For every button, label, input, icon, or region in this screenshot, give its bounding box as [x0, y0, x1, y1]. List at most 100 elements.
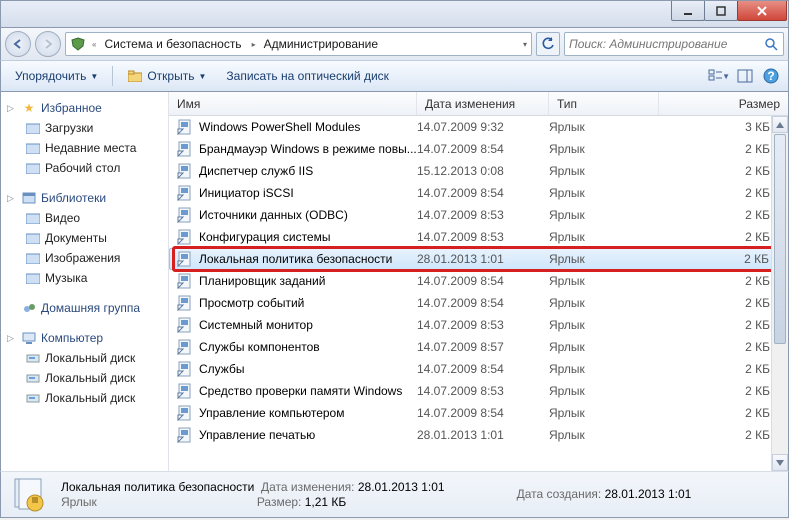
- file-name: Локальная политика безопасности: [199, 252, 392, 266]
- shortcut-icon: [177, 361, 193, 377]
- search-input[interactable]: [569, 37, 759, 51]
- col-size[interactable]: Размер: [659, 92, 788, 115]
- file-row[interactable]: Локальная политика безопасности 28.01.20…: [169, 248, 788, 270]
- shield-icon: [70, 36, 86, 52]
- file-row[interactable]: Диспетчер служб IIS 15.12.2013 0:08 Ярлы…: [169, 160, 788, 182]
- breadcrumb-seg1[interactable]: Система и безопасность: [100, 35, 245, 53]
- tree-homegroup[interactable]: Домашняя группа: [1, 298, 168, 318]
- file-row[interactable]: Средство проверки памяти Windows 14.07.2…: [169, 380, 788, 402]
- library-icon: [25, 270, 41, 286]
- tree-favorites[interactable]: ▷★Избранное: [1, 98, 168, 118]
- tree-item[interactable]: Загрузки: [1, 118, 168, 138]
- shortcut-icon: [177, 185, 193, 201]
- file-type: Ярлык: [549, 164, 659, 178]
- file-row[interactable]: Службы компонентов 14.07.2009 8:57 Ярлык…: [169, 336, 788, 358]
- chevron-down-icon[interactable]: ▾: [523, 40, 527, 49]
- file-row[interactable]: Управление печатью 28.01.2013 1:01 Ярлык…: [169, 424, 788, 446]
- file-name: Диспетчер служб IIS: [199, 164, 313, 178]
- tree-item[interactable]: Рабочий стол: [1, 158, 168, 178]
- file-name: Источники данных (ODBC): [199, 208, 348, 222]
- file-date: 14.07.2009 9:32: [417, 120, 549, 134]
- scroll-thumb[interactable]: [774, 134, 786, 344]
- shortcut-icon: [177, 317, 193, 333]
- file-type: Ярлык: [549, 296, 659, 310]
- file-row[interactable]: Источники данных (ODBC) 14.07.2009 8:53 …: [169, 204, 788, 226]
- vertical-scrollbar[interactable]: [771, 116, 788, 471]
- homegroup-icon: [21, 300, 37, 316]
- shortcut-icon: [177, 383, 193, 399]
- file-row[interactable]: Windows PowerShell Modules 14.07.2009 9:…: [169, 116, 788, 138]
- tree-item[interactable]: Недавние места: [1, 138, 168, 158]
- file-size: 2 КБ: [659, 362, 788, 376]
- open-button[interactable]: Открыть ▼: [119, 64, 214, 88]
- tree-libraries[interactable]: ▷Библиотеки: [1, 188, 168, 208]
- col-date[interactable]: Дата изменения: [417, 92, 549, 115]
- file-date: 14.07.2009 8:54: [417, 186, 549, 200]
- item-thumbnail: [9, 475, 49, 515]
- close-button[interactable]: [737, 1, 787, 21]
- file-row[interactable]: Конфигурация системы 14.07.2009 8:53 Ярл…: [169, 226, 788, 248]
- file-date: 14.07.2009 8:54: [417, 362, 549, 376]
- tree-item[interactable]: Локальный диск: [1, 348, 168, 368]
- scroll-down-button[interactable]: [772, 454, 788, 471]
- organize-button[interactable]: Упорядочить ▼: [7, 65, 106, 87]
- file-row[interactable]: Брандмауэр Windows в режиме повы... 14.0…: [169, 138, 788, 160]
- details-type: Ярлык: [61, 495, 97, 509]
- chevron-left-icon[interactable]: «: [92, 40, 96, 49]
- navigation-tree[interactable]: ▷★Избранное ЗагрузкиНедавние местаРабочи…: [1, 92, 169, 471]
- shortcut-icon: [177, 427, 193, 443]
- burn-button[interactable]: Записать на оптический диск: [218, 65, 397, 87]
- tree-item[interactable]: Документы: [1, 228, 168, 248]
- tree-item[interactable]: Локальный диск: [1, 388, 168, 408]
- col-name[interactable]: Имя: [169, 92, 417, 115]
- column-headers[interactable]: Имя Дата изменения Тип Размер: [169, 92, 788, 116]
- search-box[interactable]: [564, 32, 784, 56]
- file-size: 2 КБ: [659, 142, 788, 156]
- help-button[interactable]: ?: [760, 65, 782, 87]
- refresh-button[interactable]: [536, 32, 560, 56]
- shortcut-icon: [177, 141, 193, 157]
- chevron-right-icon[interactable]: ▸: [252, 40, 256, 49]
- breadcrumb[interactable]: « Система и безопасность ▸ Администрирова…: [65, 32, 532, 56]
- col-type[interactable]: Тип: [549, 92, 659, 115]
- file-date: 28.01.2013 1:01: [417, 252, 549, 266]
- scroll-up-button[interactable]: [772, 116, 788, 133]
- forward-button[interactable]: [35, 31, 61, 57]
- file-row[interactable]: Планировщик заданий 14.07.2009 8:54 Ярлы…: [169, 270, 788, 292]
- file-row[interactable]: Просмотр событий 14.07.2009 8:54 Ярлык 2…: [169, 292, 788, 314]
- back-button[interactable]: [5, 31, 31, 57]
- tree-item[interactable]: Музыка: [1, 268, 168, 288]
- maximize-button[interactable]: [704, 1, 738, 21]
- title-bar: [0, 0, 789, 28]
- file-rows[interactable]: Windows PowerShell Modules 14.07.2009 9:…: [169, 116, 788, 471]
- details-pane: Локальная политика безопасности Дата изм…: [0, 471, 789, 518]
- file-row[interactable]: Системный монитор 14.07.2009 8:53 Ярлык …: [169, 314, 788, 336]
- file-size: 2 КБ: [659, 384, 788, 398]
- file-size: 3 КБ: [659, 120, 788, 134]
- file-name: Системный монитор: [199, 318, 313, 332]
- file-size: 2 КБ: [659, 318, 788, 332]
- tree-item[interactable]: Изображения: [1, 248, 168, 268]
- file-size: 2 КБ: [659, 340, 788, 354]
- file-size: 2 КБ: [659, 274, 788, 288]
- file-list-pane: Имя Дата изменения Тип Размер Windows Po…: [169, 92, 788, 471]
- breadcrumb-seg2[interactable]: Администрирование: [260, 35, 382, 53]
- file-name: Планировщик заданий: [199, 274, 325, 288]
- preview-pane-button[interactable]: [734, 65, 756, 87]
- disk-icon: [25, 390, 41, 406]
- view-options-button[interactable]: ▼: [708, 65, 730, 87]
- file-date: 28.01.2013 1:01: [417, 428, 549, 442]
- file-date: 14.07.2009 8:54: [417, 142, 549, 156]
- file-size: 2 КБ: [659, 252, 787, 266]
- file-row[interactable]: Службы 14.07.2009 8:54 Ярлык 2 КБ: [169, 358, 788, 380]
- details-modified: 28.01.2013 1:01: [358, 480, 445, 494]
- disk-icon: [25, 350, 41, 366]
- tree-item[interactable]: Локальный диск: [1, 368, 168, 388]
- minimize-button[interactable]: [671, 1, 705, 21]
- file-date: 14.07.2009 8:53: [417, 208, 549, 222]
- tree-computer[interactable]: ▷Компьютер: [1, 328, 168, 348]
- file-row[interactable]: Инициатор iSCSI 14.07.2009 8:54 Ярлык 2 …: [169, 182, 788, 204]
- search-icon: [763, 36, 779, 52]
- file-row[interactable]: Управление компьютером 14.07.2009 8:54 Я…: [169, 402, 788, 424]
- tree-item[interactable]: Видео: [1, 208, 168, 228]
